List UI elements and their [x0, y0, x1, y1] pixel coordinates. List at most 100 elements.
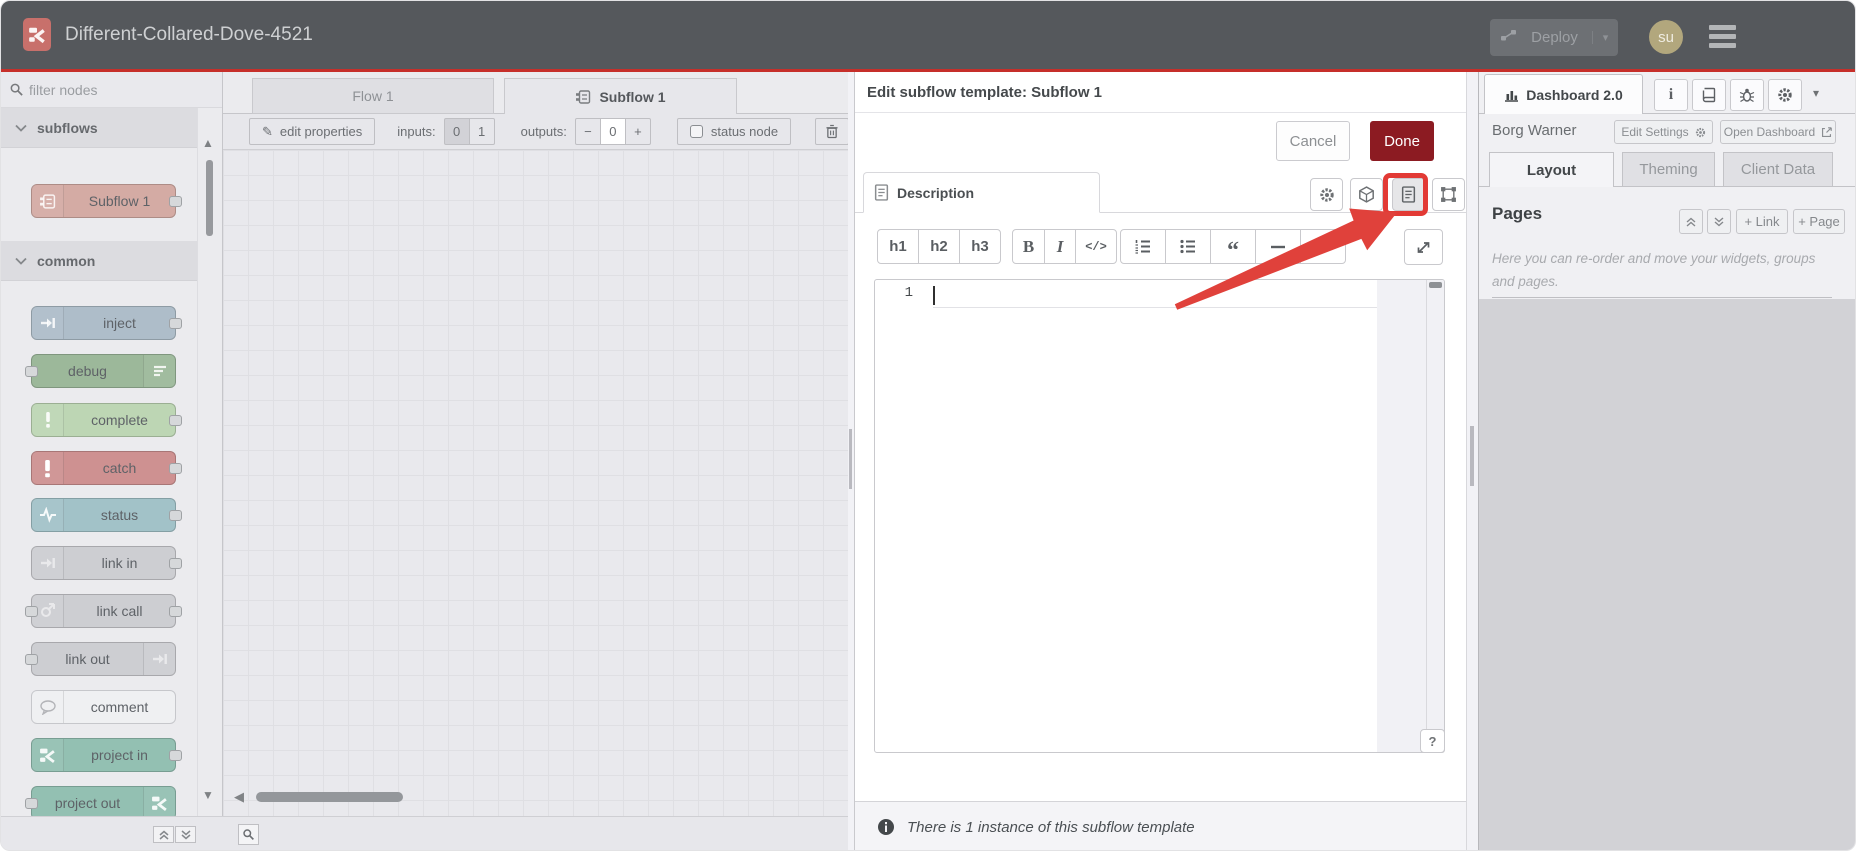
- pages-help-text: Here you can re-order and move your widg…: [1492, 251, 1816, 289]
- palette-node-debug[interactable]: debug: [25, 354, 176, 388]
- palette-node-link-call[interactable]: link call: [25, 594, 182, 628]
- code-button[interactable]: </>: [1075, 229, 1117, 264]
- add-link-button[interactable]: + Link: [1736, 209, 1788, 234]
- status-node-toggle[interactable]: status node: [676, 118, 792, 145]
- expand-all-button[interactable]: [175, 826, 196, 843]
- appearance-button[interactable]: [1432, 178, 1465, 211]
- double-chevron-down-icon: [1714, 216, 1724, 226]
- sidebar-grip[interactable]: [1470, 426, 1474, 486]
- inputs-1-button[interactable]: 1: [468, 118, 495, 145]
- delete-subflow-button[interactable]: [815, 118, 848, 145]
- deploy-node-icon: [1500, 28, 1517, 47]
- palette-node-catch[interactable]: catch: [31, 451, 182, 485]
- main-menu-button[interactable]: [1709, 25, 1736, 48]
- dialog-left-grip[interactable]: [849, 429, 852, 489]
- help-tab-button[interactable]: [1692, 79, 1726, 111]
- gear-icon: [1319, 187, 1334, 202]
- tab-dashboard-2[interactable]: Dashboard 2.0: [1484, 74, 1643, 114]
- deploy-options-caret[interactable]: ▾: [1592, 31, 1618, 44]
- flow-workspace[interactable]: Flow 1 Subflow 1 ✎ edit properties input…: [223, 72, 848, 850]
- palette-node-complete[interactable]: complete: [31, 403, 182, 437]
- category-subflows[interactable]: subflows: [1, 108, 197, 148]
- bullet-list-button[interactable]: [1165, 229, 1211, 264]
- palette-node-project-out[interactable]: project out: [25, 786, 176, 820]
- node-label: debug: [68, 363, 107, 379]
- open-dashboard-label: Open Dashboard: [1723, 125, 1816, 139]
- palette-node-link-in[interactable]: link in: [31, 546, 182, 580]
- horizontal-scrollbar-thumb[interactable]: [256, 792, 403, 802]
- editor-scroll-gutter[interactable]: [1377, 280, 1444, 752]
- move-down-button[interactable]: [1707, 209, 1731, 234]
- status-pulse-icon: [32, 499, 64, 531]
- node-palette: subflows Subflow 1 common inject debug: [1, 72, 223, 850]
- palette-node-project-in[interactable]: project in: [31, 738, 182, 772]
- expand-editor-button[interactable]: [1404, 229, 1443, 265]
- deploy-button[interactable]: Deploy ▾: [1490, 19, 1618, 56]
- heading1-button[interactable]: h1: [877, 229, 919, 264]
- editor-scrollbar-thumb[interactable]: [1429, 282, 1442, 288]
- palette-scroll-down-icon[interactable]: ▼: [202, 788, 214, 802]
- palette-node-status[interactable]: status: [31, 498, 182, 532]
- pages-divider: [1492, 297, 1832, 298]
- properties-gear-button[interactable]: [1310, 178, 1343, 211]
- palette-node-inject[interactable]: inject: [31, 306, 182, 340]
- workspace-grid[interactable]: [223, 150, 848, 816]
- node-label: link out: [65, 651, 110, 667]
- italic-button[interactable]: I: [1044, 229, 1076, 264]
- edit-settings-button[interactable]: Edit Settings: [1614, 120, 1713, 144]
- move-up-button[interactable]: [1679, 209, 1703, 234]
- edit-properties-button[interactable]: ✎ edit properties: [249, 118, 376, 145]
- user-avatar[interactable]: su: [1649, 20, 1683, 54]
- heading2-button[interactable]: h2: [918, 229, 960, 264]
- outputs-minus-button[interactable]: −: [574, 118, 601, 145]
- link-button[interactable]: [1300, 229, 1346, 264]
- palette-scroll-up-icon[interactable]: ▲: [202, 136, 214, 150]
- output-port: [169, 415, 182, 426]
- input-port: [25, 606, 38, 617]
- node-label: Subflow 1: [88, 193, 151, 209]
- horizontal-rule-button[interactable]: [1255, 229, 1301, 264]
- ordered-list-button[interactable]: [1120, 229, 1166, 264]
- info-circle-icon: [878, 819, 894, 835]
- tab-subflow-1[interactable]: Subflow 1: [504, 78, 737, 115]
- inputs-0-button[interactable]: 0: [443, 118, 470, 145]
- palette-node-link-out[interactable]: link out: [25, 642, 176, 676]
- project-name: Borg Warner: [1492, 122, 1577, 139]
- editor-help-button[interactable]: ?: [1420, 729, 1445, 753]
- palette-scrollbar-thumb[interactable]: [206, 160, 213, 236]
- tab-description[interactable]: Description: [863, 172, 1100, 213]
- search-icon: [9, 82, 24, 102]
- collapse-all-button[interactable]: [153, 826, 174, 843]
- tab-client-data[interactable]: Client Data: [1723, 152, 1833, 187]
- search-input[interactable]: [29, 72, 189, 107]
- blockquote-button[interactable]: “: [1210, 229, 1256, 264]
- config-tab-button[interactable]: [1768, 79, 1802, 111]
- done-button[interactable]: Done: [1370, 121, 1434, 161]
- bold-button[interactable]: B: [1012, 229, 1045, 264]
- outputs-plus-button[interactable]: +: [624, 118, 651, 145]
- info-tab-button[interactable]: i: [1654, 79, 1688, 111]
- accent-divider: [1, 69, 1855, 72]
- link-out-icon: [143, 643, 175, 675]
- cancel-button[interactable]: Cancel: [1276, 121, 1350, 161]
- scroll-left-icon[interactable]: ◀: [234, 789, 244, 805]
- gear-icon: [1778, 88, 1792, 102]
- deploy-label: Deploy: [1531, 29, 1578, 46]
- add-page-button[interactable]: + Page: [1793, 209, 1845, 234]
- tab-layout[interactable]: Layout: [1489, 152, 1614, 187]
- heading3-button[interactable]: h3: [959, 229, 1001, 264]
- module-properties-button[interactable]: [1350, 178, 1383, 211]
- palette-node-comment[interactable]: comment: [31, 690, 176, 724]
- project-row: Borg Warner Edit Settings Open Dashboard: [1479, 114, 1855, 149]
- description-editor[interactable]: 1 ?: [874, 279, 1445, 753]
- tab-theming[interactable]: Theming: [1622, 152, 1715, 187]
- tab-flow-1[interactable]: Flow 1: [252, 78, 494, 114]
- palette-search[interactable]: [1, 72, 222, 108]
- category-common[interactable]: common: [1, 241, 197, 281]
- palette-node-subflow1[interactable]: Subflow 1: [31, 184, 182, 218]
- debug-tab-button[interactable]: [1730, 79, 1764, 111]
- sidebar-options-caret[interactable]: ▾: [1813, 86, 1819, 100]
- zoom-search-button[interactable]: [238, 824, 259, 845]
- open-dashboard-button[interactable]: Open Dashboard: [1720, 120, 1836, 144]
- outputs-count: 0: [599, 118, 626, 145]
